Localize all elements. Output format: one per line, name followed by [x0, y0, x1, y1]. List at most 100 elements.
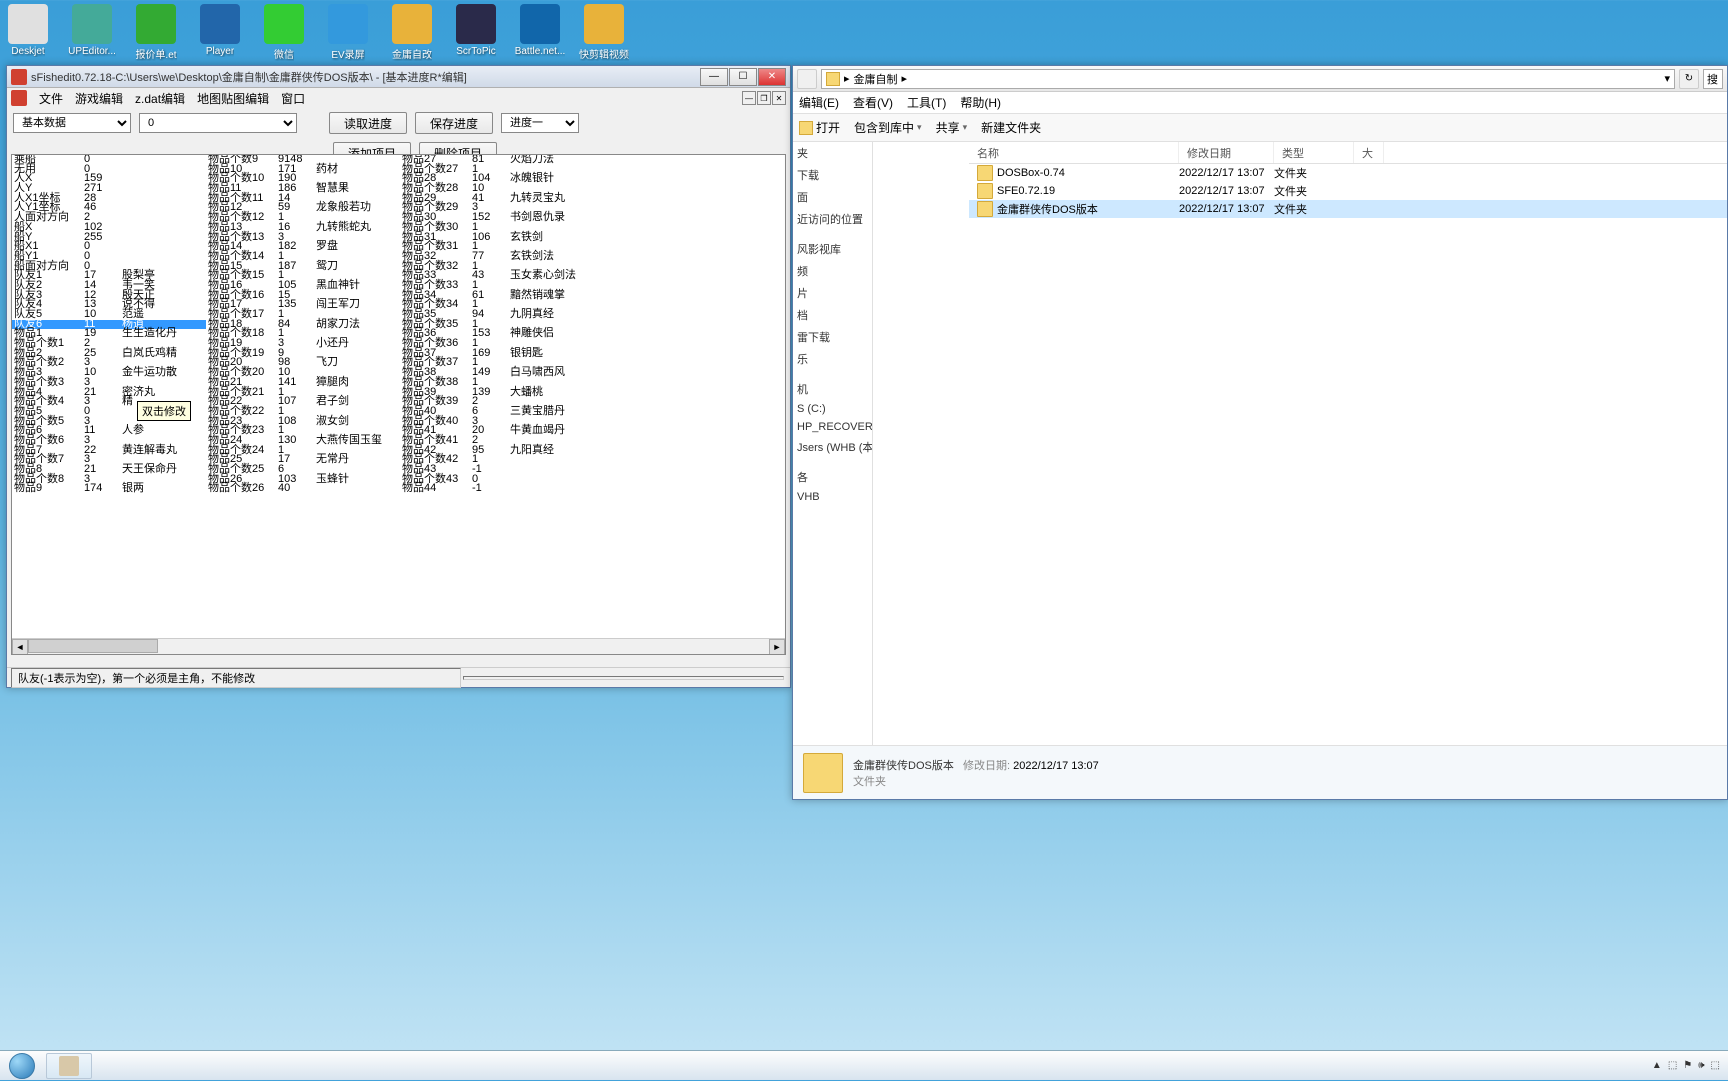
combo-category[interactable]: 基本数据 [13, 113, 131, 133]
editor-window: sFishedit0.72.18-C:\Users\we\Desktop\金庸自… [6, 65, 791, 688]
menu-file[interactable]: 文件 [39, 90, 63, 107]
nav-item[interactable]: 雷下载 [793, 326, 872, 348]
menu-zdat-edit[interactable]: z.dat编辑 [135, 90, 185, 107]
menu-window[interactable]: 窗口 [281, 90, 305, 107]
icon-label: Battle.net... [515, 46, 566, 57]
desktop-icon[interactable]: Deskjet [0, 2, 56, 63]
data-row[interactable]: 物品个数2640 [206, 484, 400, 494]
header-name[interactable]: 名称 [969, 142, 1179, 163]
nav-item[interactable]: Jsers (WHB (本机)) [793, 436, 872, 458]
nav-item[interactable]: 机 [793, 378, 872, 400]
header-date[interactable]: 修改日期 [1179, 142, 1274, 163]
app-icon [584, 4, 624, 44]
desktop-icon[interactable]: UPEditor... [64, 2, 120, 63]
scroll-left-arrow[interactable]: ◄ [12, 639, 28, 655]
nav-item[interactable]: HP_RECOVERY (D:) [793, 418, 872, 436]
nav-back-button[interactable] [797, 69, 817, 89]
system-tray[interactable]: ▲ ⬚ ⚑ 🕪 ⬚ [1644, 1060, 1728, 1071]
tray-icon[interactable]: ⬚ [1711, 1060, 1720, 1071]
nav-item[interactable]: 各 [793, 466, 872, 488]
explorer-nav-tree[interactable]: 夹下载面近访问的位置风影视库频片档雷下载乐机S (C:)HP_RECOVERY … [793, 142, 873, 745]
start-button[interactable] [0, 1051, 44, 1081]
search-box[interactable]: 搜 [1703, 69, 1723, 89]
desktop-icon[interactable]: 微信 [256, 2, 312, 63]
desktop-icon[interactable]: 金庸自改 [384, 2, 440, 63]
app-icon [328, 4, 368, 44]
app-icon [8, 4, 48, 44]
folder-icon [977, 165, 993, 181]
read-progress-button[interactable]: 读取进度 [329, 112, 407, 134]
header-type[interactable]: 类型 [1274, 142, 1354, 163]
nav-item[interactable]: VHB [793, 488, 872, 506]
explorer-file-list: 名称 修改日期 类型 大 DOSBox-0.74 2022/12/17 13:0… [969, 142, 1727, 745]
nav-item[interactable]: 夹 [793, 142, 872, 164]
include-button[interactable]: 包含到库中 [854, 119, 922, 136]
newfolder-button[interactable]: 新建文件夹 [981, 119, 1041, 136]
desktop-icon[interactable]: ScrToPic [448, 2, 504, 63]
desktop-icon[interactable]: 报价单.et [128, 2, 184, 63]
tray-icon[interactable]: ⚑ [1683, 1060, 1692, 1071]
horizontal-scrollbar[interactable]: ◄ ► [12, 638, 785, 654]
task-thumbnail [59, 1056, 79, 1076]
nav-item[interactable]: 档 [793, 304, 872, 326]
share-button[interactable]: 共享 [936, 119, 968, 136]
scroll-thumb[interactable] [28, 639, 158, 653]
nav-item[interactable]: 频 [793, 260, 872, 282]
open-button[interactable]: 打开 [799, 119, 840, 136]
tray-icon[interactable]: 🕪 [1698, 1060, 1704, 1071]
app-icon [11, 69, 27, 85]
folder-icon [977, 201, 993, 217]
combo-index[interactable]: 0 [139, 113, 297, 133]
app-icon [72, 4, 112, 44]
app-icon [136, 4, 176, 44]
nav-item[interactable]: 风影视库 [793, 238, 872, 260]
save-progress-button[interactable]: 保存进度 [415, 112, 493, 134]
data-row[interactable]: 物品44-1 [400, 484, 594, 494]
file-row[interactable]: 金庸群侠传DOS版本 2022/12/17 13:07文件夹 [969, 200, 1727, 218]
menu-game-edit[interactable]: 游戏编辑 [75, 90, 123, 107]
editor-menubar: 文件 游戏编辑 z.dat编辑 地图贴图编辑 窗口 — ❐ ✕ [7, 88, 790, 108]
list-headers[interactable]: 名称 修改日期 类型 大 [969, 142, 1727, 164]
menu-view[interactable]: 查看(V) [853, 94, 893, 111]
tray-icon[interactable]: ▲ [1652, 1060, 1662, 1071]
editor-statusbar: 队友(-1表示为空)，第一个必须是主角，不能修改 [7, 667, 790, 687]
editor-titlebar[interactable]: sFishedit0.72.18-C:\Users\we\Desktop\金庸自… [7, 66, 790, 88]
nav-item[interactable]: 乐 [793, 348, 872, 370]
mdi-close[interactable]: ✕ [772, 91, 786, 105]
details-type: 文件夹 [853, 773, 1099, 789]
nav-item[interactable]: S (C:) [793, 400, 872, 418]
mdi-minimize[interactable]: — [742, 91, 756, 105]
tray-icon[interactable]: ⬚ [1668, 1060, 1677, 1071]
folder-icon [826, 72, 840, 86]
desktop-icon[interactable]: EV录屏 [320, 2, 376, 63]
desktop-icon[interactable]: Player [192, 2, 248, 63]
app-icon [520, 4, 560, 44]
file-row[interactable]: DOSBox-0.74 2022/12/17 13:07文件夹 [969, 164, 1727, 182]
taskbar-item[interactable] [46, 1053, 92, 1079]
menu-edit[interactable]: 编辑(E) [799, 94, 839, 111]
desktop-icon[interactable]: Battle.net... [512, 2, 568, 63]
data-grid-area: 乘船0无用0人X159人Y271人X1坐标28人Y1坐标46人面对方向2船X10… [11, 154, 786, 655]
header-size[interactable]: 大 [1354, 142, 1384, 163]
menu-help[interactable]: 帮助(H) [960, 94, 1001, 111]
app-icon [264, 4, 304, 44]
combo-progress[interactable]: 进度一 [501, 113, 579, 133]
nav-item[interactable]: 片 [793, 282, 872, 304]
nav-item[interactable]: 近访问的位置 [793, 208, 872, 230]
address-path[interactable]: ▸ 金庸自制 ▸ ▾ [821, 69, 1675, 89]
file-row[interactable]: SFE0.72.19 2022/12/17 13:07文件夹 [969, 182, 1727, 200]
data-row[interactable]: 物品9174银两 [12, 484, 206, 494]
explorer-window: ▸ 金庸自制 ▸ ▾ ↻ 搜 编辑(E) 查看(V) 工具(T) 帮助(H) 打… [792, 65, 1728, 800]
refresh-button[interactable]: ↻ [1679, 69, 1699, 89]
maximize-button[interactable]: ☐ [729, 68, 757, 86]
scroll-right-arrow[interactable]: ► [769, 639, 785, 655]
minimize-button[interactable]: — [700, 68, 728, 86]
status-text: 队友(-1表示为空)，第一个必须是主角，不能修改 [11, 668, 461, 688]
nav-item[interactable]: 下载 [793, 164, 872, 186]
menu-map-edit[interactable]: 地图贴图编辑 [197, 90, 269, 107]
close-button[interactable]: ✕ [758, 68, 786, 86]
nav-item[interactable]: 面 [793, 186, 872, 208]
mdi-restore[interactable]: ❐ [757, 91, 771, 105]
menu-tools[interactable]: 工具(T) [907, 94, 946, 111]
desktop-icon[interactable]: 快剪辑视频 [576, 2, 632, 63]
